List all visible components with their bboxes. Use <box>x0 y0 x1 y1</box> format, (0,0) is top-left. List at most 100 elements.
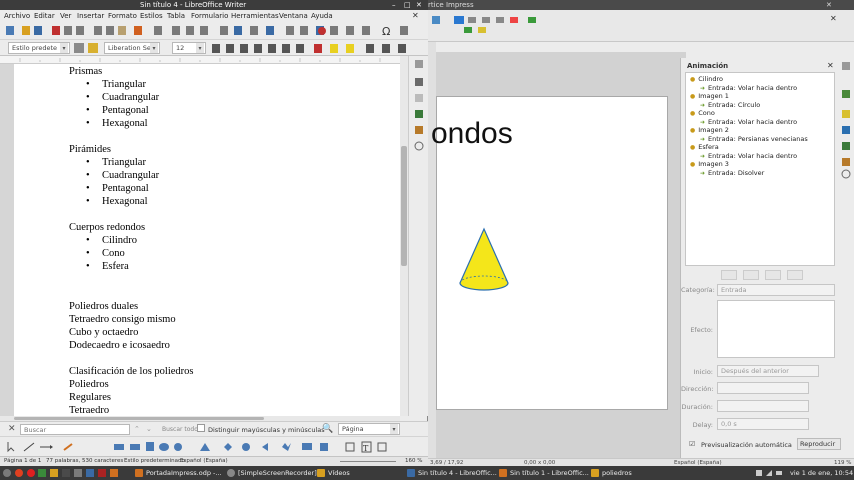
start-select[interactable]: Después del anterior <box>717 365 819 377</box>
play-button[interactable]: Reproducir <box>797 438 841 450</box>
status-zoom[interactable]: 160 % <box>405 457 422 466</box>
menu-formulario[interactable]: Formulario <box>191 12 228 20</box>
effect-list[interactable] <box>717 300 835 358</box>
remove-effect-button[interactable] <box>743 270 759 280</box>
find-all-button[interactable]: Buscar todo <box>162 426 198 433</box>
animation-object-row[interactable]: Imagen 2 <box>690 126 729 134</box>
menu-herramientas[interactable]: Herramientas <box>231 12 279 20</box>
animation-object-row[interactable]: Cono <box>690 109 715 117</box>
standard-toolbar-icons[interactable]: Ω <box>4 25 424 37</box>
list-item[interactable]: Cuadrangular <box>86 92 159 103</box>
impress-toolbar-icons[interactable] <box>428 14 558 36</box>
match-case-checkbox[interactable] <box>197 424 205 432</box>
new-style-icon[interactable] <box>88 43 98 53</box>
drawing-toolbar-icons[interactable]: T <box>6 441 426 453</box>
find-replace-icon[interactable]: 🔍 <box>322 424 333 434</box>
paragraph-line[interactable]: Poliedros duales <box>69 301 138 312</box>
maximize-icon[interactable]: □ <box>404 0 411 10</box>
menu-ver[interactable]: Ver <box>60 12 71 20</box>
impress-sidebar-tabs[interactable] <box>838 60 854 220</box>
list-item[interactable]: Cono <box>86 248 125 259</box>
move-down-button[interactable] <box>787 270 803 280</box>
format-toolbar-icons[interactable] <box>210 43 420 54</box>
animation-effect-row[interactable]: Entrada: Volar hacia dentro <box>700 84 797 92</box>
menu-editar[interactable]: Editar <box>34 12 55 20</box>
list-item[interactable]: Cilindro <box>86 235 137 246</box>
menu-estilos[interactable]: Estilos <box>140 12 163 20</box>
list-item[interactable]: Hexagonal <box>86 118 148 129</box>
launcher-icons[interactable] <box>2 468 122 478</box>
list-item[interactable]: Cuadrangular <box>86 170 159 181</box>
impress-close-icon[interactable]: ✕ <box>826 0 832 10</box>
menu-archivo[interactable]: Archivo <box>4 12 30 20</box>
delay-field[interactable]: 0,0 s <box>717 418 809 430</box>
impress-menu-close-icon[interactable]: ✕ <box>830 14 837 23</box>
taskbar-item-writer[interactable]: Sin título 4 - LibreOffic... <box>406 466 497 480</box>
autopreview-checkbox[interactable]: ☑ <box>689 440 695 448</box>
list-item[interactable]: Triangular <box>86 79 146 90</box>
category-select[interactable]: Entrada <box>717 284 835 296</box>
search-input[interactable] <box>20 424 130 435</box>
status-page-style[interactable]: Estilo predeterminado <box>124 457 185 466</box>
paragraph-line[interactable]: Poliedros <box>69 379 109 390</box>
writer-sidebar-tabs[interactable] <box>408 56 428 416</box>
slide-title-text[interactable]: ondos <box>431 117 513 151</box>
navigate-by-combo[interactable]: Página <box>338 423 400 435</box>
animation-effect-row[interactable]: Entrada: Volar hacia dentro <box>700 152 797 160</box>
heading-cuerpos-redondos[interactable]: Cuerpos redondos <box>69 222 145 233</box>
menu-tabla[interactable]: Tabla <box>167 12 185 20</box>
animation-effect-row[interactable]: Entrada: Volar hacia dentro <box>700 118 797 126</box>
list-item[interactable]: Pentagonal <box>86 183 149 194</box>
menu-ventana[interactable]: Ventana <box>279 12 308 20</box>
animation-object-row[interactable]: Imagen 1 <box>690 92 729 100</box>
animation-effect-row[interactable]: Entrada: Disolver <box>700 169 764 177</box>
font-name-combo[interactable]: Liberation Ser <box>104 42 160 54</box>
taskbar-item-portada[interactable]: PortadaImpress.odp -... <box>134 466 222 480</box>
ruler[interactable] <box>0 56 410 64</box>
find-prev-icon[interactable]: ⌃ <box>134 425 140 433</box>
paragraph-line[interactable]: Dodecaedro e icosaedro <box>69 340 170 351</box>
close-icon[interactable]: ✕ <box>416 0 422 10</box>
document-area[interactable]: Prismas Triangular Cuadrangular Pentagon… <box>0 64 400 416</box>
tray-icons[interactable] <box>756 469 788 477</box>
taskbar-item-impress[interactable]: Sin título 1 - LibreOffic... <box>498 466 589 480</box>
animation-object-row[interactable]: Imagen 3 <box>690 160 729 168</box>
animation-effect-row[interactable]: Entrada: Círculo <box>700 101 760 109</box>
move-up-button[interactable] <box>765 270 781 280</box>
paragraph-line[interactable]: Clasificación de los poliedros <box>69 366 194 377</box>
menu-insertar[interactable]: Insertar <box>77 12 104 20</box>
font-size-combo[interactable]: 12 <box>172 42 206 54</box>
slide-canvas[interactable]: ondos <box>431 96 668 410</box>
cone-shape[interactable] <box>457 227 513 299</box>
menu-ayuda[interactable]: Ayuda <box>311 12 333 20</box>
list-item[interactable]: Pentagonal <box>86 105 149 116</box>
heading-prismas[interactable]: Prismas <box>69 66 102 77</box>
minimize-icon[interactable]: – <box>392 0 396 10</box>
vertical-scrollbar[interactable] <box>400 56 408 416</box>
paragraph-line[interactable]: Tetraedro <box>69 405 109 416</box>
status-language[interactable]: Español (España) <box>180 457 228 466</box>
status-page[interactable]: Página 1 de 1 <box>4 457 41 466</box>
close-document-icon[interactable]: ✕ <box>412 11 419 20</box>
direction-select[interactable] <box>717 382 809 394</box>
duration-field[interactable] <box>717 400 809 412</box>
paragraph-line[interactable]: Cubo y octaedro <box>69 327 138 338</box>
animation-list[interactable]: CilindroEntrada: Volar hacia dentroImage… <box>685 72 835 266</box>
animation-effect-row[interactable]: Entrada: Persianas venecianas <box>700 135 808 143</box>
menu-formato[interactable]: Formato <box>108 12 137 20</box>
clock[interactable]: vie 1 de ene, 10:54 <box>790 466 853 480</box>
paragraph-style-combo[interactable]: Estilo predete <box>8 42 70 54</box>
status-word-count[interactable]: 77 palabras, 530 caracteres <box>46 457 123 466</box>
document-page[interactable]: Prismas Triangular Cuadrangular Pentagon… <box>14 64 400 416</box>
animation-close-icon[interactable]: ✕ <box>827 61 834 70</box>
taskbar-item-recorder[interactable]: [SimpleScreenRecorder] <box>226 466 317 480</box>
update-style-icon[interactable] <box>74 43 84 53</box>
animation-object-row[interactable]: Cilindro <box>690 75 723 83</box>
paragraph-line[interactable]: Tetraedro consigo mismo <box>69 314 176 325</box>
list-item[interactable]: Triangular <box>86 157 146 168</box>
find-next-icon[interactable]: ⌄ <box>146 425 152 433</box>
zoom-slider[interactable] <box>340 461 396 462</box>
close-findbar-icon[interactable]: ✕ <box>8 424 16 434</box>
horizontal-scroll-thumb[interactable] <box>14 417 264 420</box>
add-effect-button[interactable] <box>721 270 737 280</box>
